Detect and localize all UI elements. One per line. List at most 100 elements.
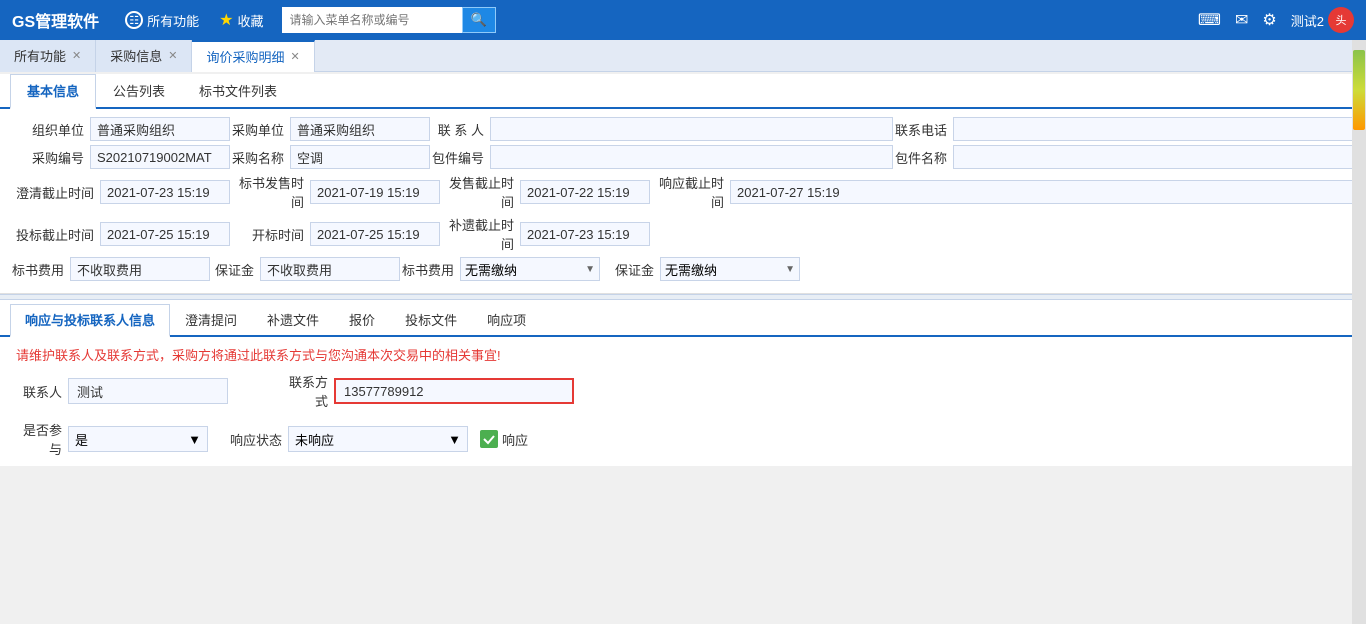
warning-text: 请维护联系人及联系方式，采购方将通过此联系方式与您沟通本次交易中的相关事宜!: [16, 345, 1350, 364]
favorites-btn[interactable]: ★ 收藏: [209, 6, 273, 34]
right-scrollbar[interactable]: [1352, 40, 1366, 624]
contact-phone-value: [953, 117, 1356, 141]
lower-tab-clarify-label: 澄清提问: [185, 313, 237, 328]
user-badge[interactable]: 测试2 头: [1291, 7, 1354, 33]
form-row-3: 澄清截止时间 2021-07-23 15:19 标书发售时间 2021-07-1…: [10, 173, 1356, 211]
purchase-unit-value: 普通采购组织: [290, 117, 430, 141]
mail-icon[interactable]: ✉: [1235, 10, 1248, 30]
lower-tab-bid-files-label: 投标文件: [405, 313, 457, 328]
contact-way-label: 联系方式: [278, 372, 334, 410]
user-avatar: 头: [1328, 7, 1354, 33]
deposit-value: 不收取费用: [260, 257, 400, 281]
lower-tab-supplement[interactable]: 补遗文件: [252, 304, 334, 335]
deposit2-label: 保证金: [610, 260, 660, 279]
search-button[interactable]: 🔍: [462, 7, 496, 33]
username: 测试2: [1291, 11, 1324, 30]
open-time-value: 2021-07-25 15:19: [310, 222, 440, 246]
contact-row: 联系人 联系方式: [16, 372, 1350, 410]
monitor-icon[interactable]: ⌨: [1198, 10, 1221, 30]
lower-tab-contact-label: 响应与投标联系人信息: [25, 313, 155, 328]
status-select[interactable]: 未响应 ▼: [288, 426, 468, 452]
tab-purchase-info-close[interactable]: ✕: [168, 49, 177, 62]
clarify-deadline-value: 2021-07-23 15:19: [100, 180, 230, 204]
contact-input[interactable]: [68, 378, 228, 404]
supplement-deadline-label: 补遗截止时间: [440, 215, 520, 253]
contact-person-label: 联 系 人: [430, 120, 490, 139]
tab-all-functions-close[interactable]: ✕: [72, 49, 81, 62]
bid-fee2-dropdown[interactable]: 无需缴纳 ▼: [460, 257, 600, 281]
lower-tab-quote-label: 报价: [349, 313, 375, 328]
form-row-5: 标书费用 不收取费用 保证金 不收取费用 标书费用 无需缴纳 ▼ 保证金 无需缴…: [10, 257, 1356, 281]
lower-tab-supplement-label: 补遗文件: [267, 313, 319, 328]
inner-tab-basic-info-label: 基本信息: [27, 84, 79, 99]
main-content: 基本信息 公告列表 标书文件列表 组织单位 普通采购组织 采购单位 普通采购组织…: [0, 74, 1366, 466]
supplement-deadline-value: 2021-07-23 15:19: [520, 222, 650, 246]
purchase-no-value: S20210719002MAT: [90, 145, 230, 169]
tab-inquiry-detail[interactable]: 询价采购明细 ✕: [192, 40, 314, 72]
star-icon: ★: [219, 10, 233, 30]
org-unit-value: 普通采购组织: [90, 117, 230, 141]
lower-tab-clarify[interactable]: 澄清提问: [170, 304, 252, 335]
deposit2-dropdown-value: 无需缴纳: [665, 260, 781, 279]
purchase-name-value: 空调: [290, 145, 430, 169]
search-input[interactable]: [282, 7, 462, 33]
tab-purchase-info[interactable]: 采购信息 ✕: [96, 40, 192, 72]
top-bar-right: ⌨ ✉ ⚙ 测试2 头: [1198, 7, 1354, 33]
favorites-label: 收藏: [237, 11, 263, 30]
respond-btn[interactable]: 响应: [480, 430, 528, 449]
bid-fee2-dropdown-value: 无需缴纳: [465, 260, 581, 279]
search-box: 🔍: [282, 7, 496, 33]
app-logo: GS管理软件: [12, 8, 99, 32]
inner-tab-announcements-label: 公告列表: [113, 84, 165, 99]
participate-select-arrow: ▼: [188, 432, 201, 447]
bid-sale-time-value: 2021-07-19 15:19: [310, 180, 440, 204]
inner-tab-bar: 基本信息 公告列表 标书文件列表: [0, 74, 1366, 109]
lower-section: 请维护联系人及联系方式，采购方将通过此联系方式与您沟通本次交易中的相关事宜! 联…: [0, 337, 1366, 466]
org-unit-label: 组织单位: [10, 120, 90, 139]
top-bar: GS管理软件 ☷ 所有功能 ★ 收藏 🔍 ⌨ ✉ ⚙ 测试2 头: [0, 0, 1366, 40]
inner-tab-basic-info[interactable]: 基本信息: [10, 74, 96, 109]
purchase-no-label: 采购编号: [10, 148, 90, 167]
inner-tab-bid-files-label: 标书文件列表: [199, 84, 277, 99]
participate-row: 是否参与 是 ▼ 响应状态 未响应 ▼ 响应: [16, 420, 1350, 458]
inner-tab-bid-files[interactable]: 标书文件列表: [182, 74, 294, 107]
package-name-value: [953, 145, 1356, 169]
deposit2-dropdown-arrow: ▼: [785, 264, 795, 275]
participate-select-value: 是: [75, 430, 88, 449]
contact-phone-label: 联系电话: [893, 120, 953, 139]
response-deadline-value: 2021-07-27 15:19: [730, 180, 1356, 204]
scrollbar-thumb: [1353, 50, 1365, 130]
inner-tab-announcements[interactable]: 公告列表: [96, 74, 182, 107]
open-time-label: 开标时间: [230, 225, 310, 244]
tab-purchase-info-label: 采购信息: [110, 46, 162, 65]
lower-tab-quote[interactable]: 报价: [334, 304, 390, 335]
deposit-label: 保证金: [210, 260, 260, 279]
all-functions-label: 所有功能: [147, 11, 199, 30]
respond-btn-label: 响应: [502, 430, 528, 449]
response-deadline-label: 响应截止时间: [650, 173, 730, 211]
lower-tab-bid-files[interactable]: 投标文件: [390, 304, 472, 335]
lower-tab-response-items[interactable]: 响应项: [472, 304, 541, 335]
tab-inquiry-detail-label: 询价采购明细: [206, 47, 284, 66]
tab-all-functions[interactable]: 所有功能 ✕: [0, 40, 96, 72]
section-divider: [0, 294, 1366, 300]
package-name-label: 包件名称: [893, 148, 953, 167]
contact-person-value: [490, 117, 893, 141]
sale-deadline-value: 2021-07-22 15:19: [520, 180, 650, 204]
lower-tab-contact[interactable]: 响应与投标联系人信息: [10, 304, 170, 337]
settings-icon[interactable]: ⚙: [1262, 10, 1276, 30]
bid-deadline-label: 投标截止时间: [10, 225, 100, 244]
lower-tab-bar: 响应与投标联系人信息 澄清提问 补遗文件 报价 投标文件 响应项: [0, 304, 1366, 337]
tab-all-functions-label: 所有功能: [14, 46, 66, 65]
participate-select[interactable]: 是 ▼: [68, 426, 208, 452]
form-section: 组织单位 普通采购组织 采购单位 普通采购组织 联 系 人 联系电话 采购编号 …: [0, 109, 1366, 294]
contact-way-input[interactable]: [334, 378, 574, 404]
form-row-2: 采购编号 S20210719002MAT 采购名称 空调 包件编号 包件名称: [10, 145, 1356, 169]
all-functions-btn[interactable]: ☷ 所有功能: [115, 7, 209, 34]
lower-tab-response-items-label: 响应项: [487, 313, 526, 328]
tab-inquiry-detail-close[interactable]: ✕: [290, 50, 299, 63]
bid-fee2-dropdown-arrow: ▼: [585, 264, 595, 275]
bid-fee-label: 标书费用: [10, 260, 70, 279]
status-label: 响应状态: [228, 430, 288, 449]
deposit2-dropdown[interactable]: 无需缴纳 ▼: [660, 257, 800, 281]
